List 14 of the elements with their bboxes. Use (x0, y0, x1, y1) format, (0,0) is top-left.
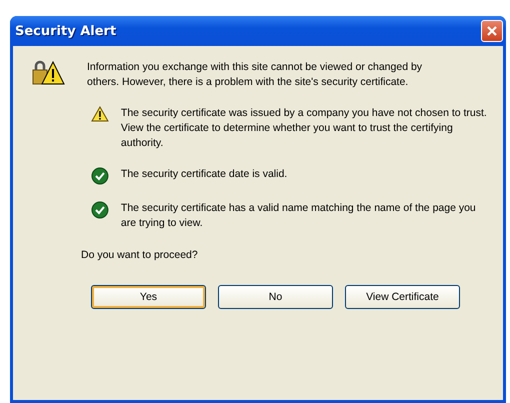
window-title: Security Alert (15, 24, 116, 38)
warning-icon (91, 106, 109, 122)
alert-message: Information you exchange with this site cannot be viewed or changed by others. However, there is a problem with the site's security certificate. (87, 60, 424, 90)
certificate-status-text: The security certificate was issued by a company you have not chosen to trust. View the certificate to determine whether you want to trust the certifying authority. (120, 106, 488, 151)
certificate-status-text: The security certificate has a valid name matching the name of the page you are trying to view. (120, 201, 477, 231)
close-button[interactable] (481, 20, 503, 42)
proceed-question: Do you want to proceed? (81, 249, 199, 261)
close-icon (486, 25, 498, 37)
dialog-button[interactable]: No (218, 285, 333, 309)
checkmark-icon (91, 201, 109, 219)
certificate-status-text: The security certificate date is valid. (120, 167, 288, 182)
dialog-button[interactable]: View Certificate (345, 285, 460, 309)
checkmark-icon (91, 167, 109, 185)
dialog-button[interactable]: Yes (91, 285, 206, 309)
